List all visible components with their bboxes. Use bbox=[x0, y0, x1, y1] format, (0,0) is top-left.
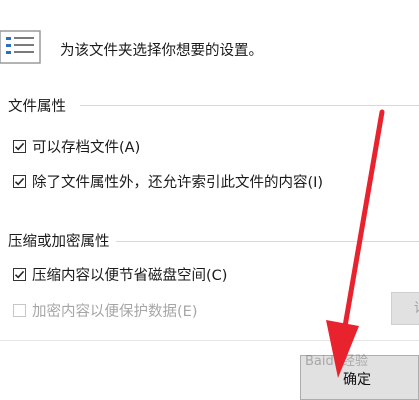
ok-button-label: 确定 bbox=[343, 372, 371, 388]
archive-checkbox[interactable] bbox=[13, 140, 26, 153]
folder-settings-icon bbox=[0, 28, 41, 66]
index-checkbox[interactable] bbox=[13, 175, 26, 188]
group-divider bbox=[80, 105, 419, 106]
index-label: 除了文件属性外，还允许索引此文件的内容(I) bbox=[32, 175, 324, 191]
bottom-divider bbox=[0, 340, 419, 341]
compress-option[interactable]: 压缩内容以便节省磁盘空间(C) bbox=[13, 264, 227, 285]
compress-checkbox[interactable] bbox=[13, 268, 26, 281]
archive-label: 可以存档文件(A) bbox=[32, 140, 141, 156]
encrypt-option: 加密内容以便保护数据(E) bbox=[13, 300, 197, 321]
file-attributes-group-title: 文件属性 bbox=[8, 99, 66, 115]
intro-text: 为该文件夹选择你想要的设置。 bbox=[60, 43, 263, 59]
compress-encrypt-group-title: 压缩或加密属性 bbox=[8, 234, 110, 250]
compress-label: 压缩内容以便节省磁盘空间(C) bbox=[32, 268, 228, 284]
encrypt-checkbox bbox=[13, 304, 26, 317]
group-divider bbox=[116, 241, 419, 242]
archive-option[interactable]: 可以存档文件(A) bbox=[13, 136, 140, 157]
details-button: 详 bbox=[391, 292, 419, 325]
watermark: Baidu经验 bbox=[305, 354, 368, 369]
encrypt-label: 加密内容以便保护数据(E) bbox=[32, 304, 198, 320]
index-option[interactable]: 除了文件属性外，还允许索引此文件的内容(I) bbox=[13, 171, 323, 192]
